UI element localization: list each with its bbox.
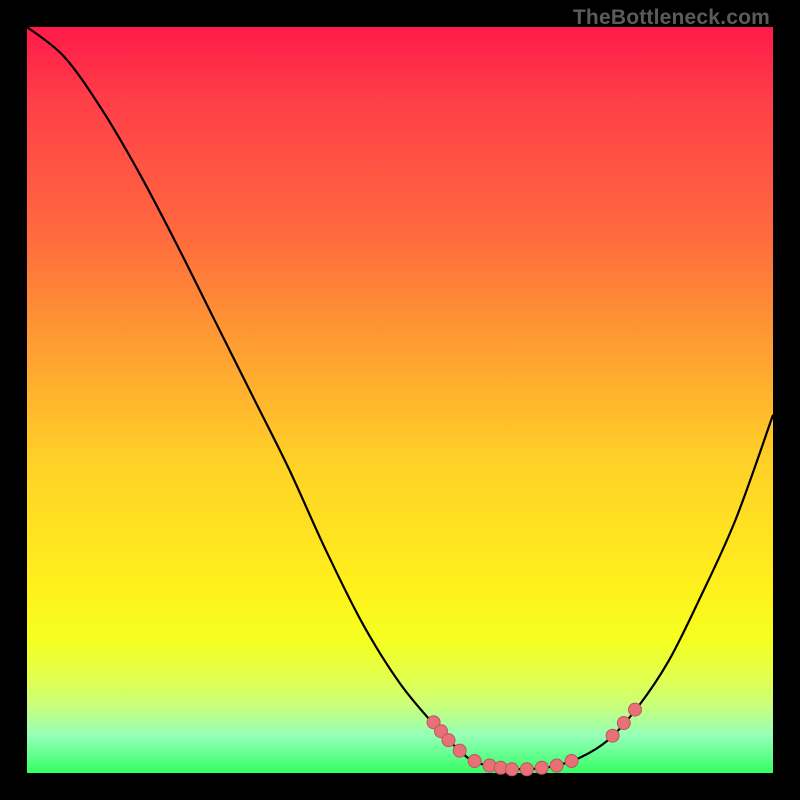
curve-markers [427,703,641,776]
curve-marker [468,755,481,768]
curve-marker [483,759,496,772]
chart-frame: TheBottleneck.com [0,0,800,800]
curve-marker [520,763,533,776]
curve-marker [550,759,563,772]
curve-marker [453,744,466,757]
curve-marker [535,761,548,774]
curve-marker [442,734,455,747]
plot-area [27,27,773,773]
curve-marker [617,717,630,730]
curve-svg [27,27,773,773]
curve-marker [565,755,578,768]
curve-marker [505,763,518,776]
bottleneck-curve [27,27,773,769]
curve-marker [628,703,641,716]
curve-marker [606,729,619,742]
